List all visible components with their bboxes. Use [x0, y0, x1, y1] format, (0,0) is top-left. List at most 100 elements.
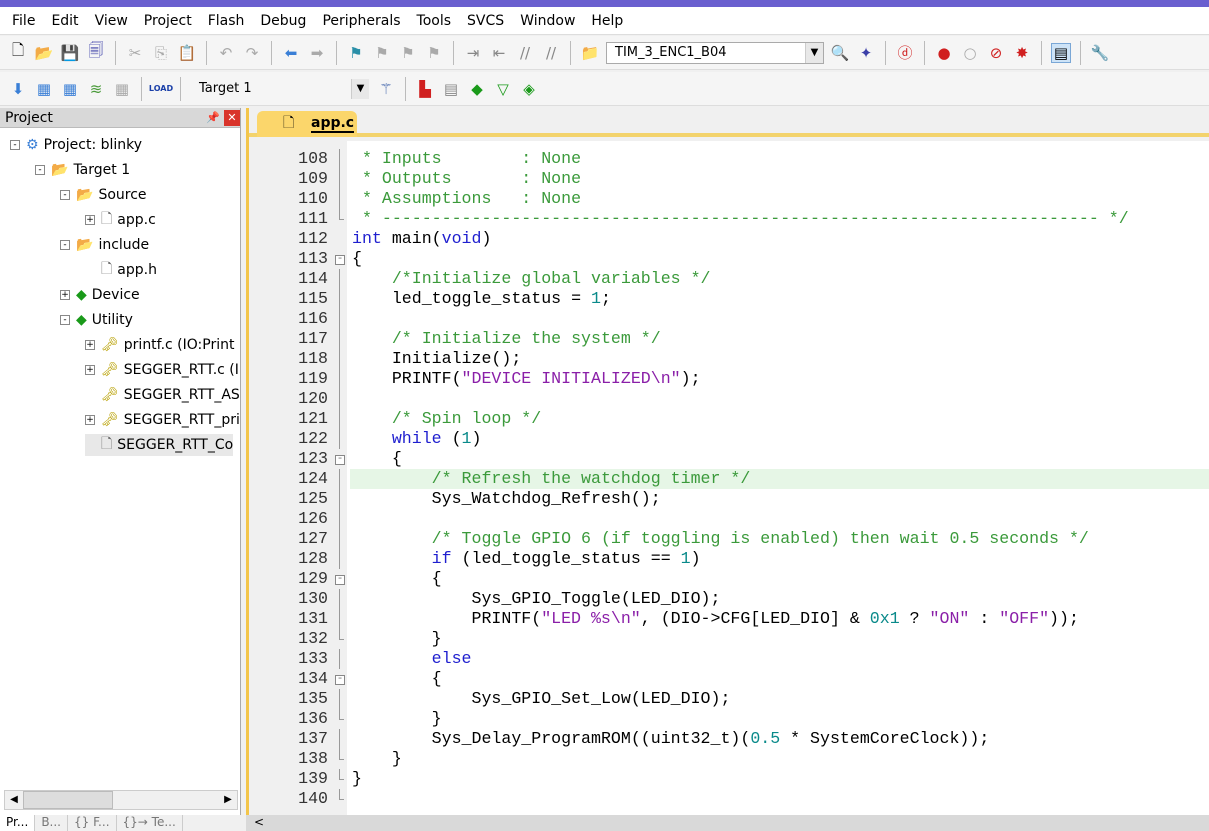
menu-flash[interactable]: Flash	[200, 13, 253, 29]
tree-item[interactable]: - ◆ Utility	[60, 309, 133, 331]
find-icon[interactable]: 🔍	[830, 43, 850, 63]
select-software-packs-icon[interactable]: ▽	[493, 79, 513, 99]
stop-build-icon[interactable]: ▦	[112, 79, 132, 99]
code-line[interactable]: 109 * Outputs : None	[252, 169, 1209, 189]
save-icon[interactable]: 💾	[60, 43, 80, 63]
kill-breakpoints-icon[interactable]: ⊘	[986, 43, 1006, 63]
expand-icon[interactable]	[85, 390, 95, 400]
fold-icon[interactable]: -	[335, 569, 345, 589]
code-line[interactable]: 133 else else	[252, 649, 1209, 669]
project-horizontal-scrollbar[interactable]: ◀ ▶	[4, 790, 238, 810]
code-line[interactable]: 130 Sys_GPIO_Toggle(LED_DIO);	[252, 589, 1209, 609]
open-folder-icon[interactable]: 📂	[34, 43, 54, 63]
code-line[interactable]: 112 int main(void) int void	[252, 229, 1209, 249]
breakpoint-icon[interactable]: ●	[934, 43, 954, 63]
bookmark-icon[interactable]: ⚑	[346, 43, 366, 63]
find-in-files-icon[interactable]: 📁	[580, 43, 600, 63]
expand-icon[interactable]: +	[85, 215, 95, 225]
code-line[interactable]: 119 PRINTF("DEVICE INITIALIZED\n"); "DEVI…	[252, 369, 1209, 389]
load-icon[interactable]: LOAD	[149, 79, 173, 99]
menu-project[interactable]: Project	[136, 13, 200, 29]
collapse-icon[interactable]: -	[60, 190, 70, 200]
tree-item[interactable]: - ⚙ Project: blinky	[10, 134, 142, 156]
indent-icon[interactable]: ⇥	[463, 43, 483, 63]
code-line[interactable]: 120	[252, 389, 1209, 409]
code-line[interactable]: 132 }	[252, 629, 1209, 649]
pack-installer-icon[interactable]: ◈	[519, 79, 539, 99]
pin-icon[interactable]: 📌	[206, 111, 220, 124]
tree-item[interactable]: + 🗝 SEGGER_RTT_pri	[85, 409, 240, 431]
panel-tab[interactable]: Pr...	[0, 815, 36, 831]
disable-breakpoint-icon[interactable]: ○	[960, 43, 980, 63]
panel-tab[interactable]: B...	[35, 815, 68, 831]
menu-debug[interactable]: Debug	[252, 13, 314, 29]
manage-multi-project-icon[interactable]: ▤	[441, 79, 461, 99]
tree-item[interactable]: - 📂 Target 1	[35, 159, 130, 181]
fold-icon[interactable]: -	[335, 669, 345, 689]
panel-tab[interactable]: {}→ Te...	[117, 815, 183, 831]
manage-project-items-icon[interactable]: ▙	[415, 79, 435, 99]
window-layout-icon[interactable]: ▤	[1051, 42, 1071, 63]
panel-tab[interactable]: {} F...	[68, 815, 117, 831]
fold-icon[interactable]: -	[335, 249, 345, 269]
rebuild-icon[interactable]: ▦	[60, 79, 80, 99]
debug-session-icon[interactable]: ⓓ	[895, 43, 915, 63]
disable-all-breakpoints-icon[interactable]: ✸	[1012, 43, 1032, 63]
code-line[interactable]: 126	[252, 509, 1209, 529]
code-line[interactable]: 122 while (1) while 1	[252, 429, 1209, 449]
code-line[interactable]: 113-{	[252, 249, 1209, 269]
menu-peripherals[interactable]: Peripherals	[314, 13, 408, 29]
code-line[interactable]: 137 Sys_Delay_ProgramROM((uint32_t)(0.5 …	[252, 729, 1209, 749]
incremental-find-icon[interactable]: ✦	[856, 43, 876, 63]
tree-item[interactable]: + 🗝 SEGGER_RTT.c (I	[85, 359, 239, 381]
cut-icon[interactable]: ✂	[125, 43, 145, 63]
collapse-icon[interactable]: -	[10, 140, 20, 150]
menu-view[interactable]: View	[87, 13, 136, 29]
collapse-icon[interactable]: -	[60, 240, 70, 250]
code-line[interactable]: 125 Sys_Watchdog_Refresh();	[252, 489, 1209, 509]
unindent-icon[interactable]: ⇤	[489, 43, 509, 63]
expand-icon[interactable]: +	[60, 290, 70, 300]
code-line[interactable]: 115 led_toggle_status = 1; 1	[252, 289, 1209, 309]
editor-horizontal-scrollbar[interactable]: <	[246, 815, 1209, 831]
redo-icon[interactable]: ↷	[242, 43, 262, 63]
code-line[interactable]: 110 * Assumptions : None	[252, 189, 1209, 209]
code-line[interactable]: 128 if (led_toggle_status == 1) if 1	[252, 549, 1209, 569]
save-all-icon[interactable]: 🗐	[86, 41, 106, 63]
code-line[interactable]: 127 /* Toggle GPIO 6 (if toggling is ena…	[252, 529, 1209, 549]
translate-icon[interactable]: ⬇	[8, 79, 28, 99]
target-options-wand-icon[interactable]: ⚚	[376, 79, 396, 99]
close-icon[interactable]: ✕	[224, 109, 240, 126]
paste-icon[interactable]: 📋	[177, 43, 197, 63]
code-line[interactable]: 138 }	[252, 749, 1209, 769]
scroll-right-icon[interactable]: ▶	[219, 791, 237, 809]
code-line[interactable]: 140	[252, 789, 1209, 809]
tree-item[interactable]: - 📂 include	[60, 234, 149, 256]
code-line[interactable]: 123- {	[252, 449, 1209, 469]
scroll-thumb[interactable]	[23, 791, 113, 809]
code-line[interactable]: 117 /* Initialize the system */	[252, 329, 1209, 349]
collapse-icon[interactable]: -	[35, 165, 45, 175]
settings-wrench-icon[interactable]: 🔧	[1090, 43, 1110, 63]
build-icon[interactable]: ▦	[34, 79, 54, 99]
fold-icon[interactable]: -	[335, 449, 345, 469]
tree-item[interactable]: 🗝 SEGGER_RTT_AS	[85, 384, 240, 406]
collapse-icon[interactable]: -	[60, 315, 70, 325]
navigate-forward-icon[interactable]: ➡	[307, 43, 327, 63]
code-line[interactable]: 131 PRINTF("LED %s\n", (DIO->CFG[LED_DIO…	[252, 609, 1209, 629]
tab-app-c[interactable]: 🗋 app.c	[257, 111, 357, 137]
tree-item[interactable]: + 🗋 app.c	[85, 209, 156, 231]
expand-icon[interactable]	[85, 440, 95, 450]
tree-item[interactable]: - 📂 Source	[60, 184, 147, 206]
scroll-left-icon[interactable]: ◀	[5, 791, 23, 809]
code-line[interactable]: 121 /* Spin loop */	[252, 409, 1209, 429]
expand-icon[interactable]: +	[85, 340, 95, 350]
batch-build-icon[interactable]: ≋	[86, 79, 106, 99]
menu-help[interactable]: Help	[583, 13, 631, 29]
code-line[interactable]: 136 }	[252, 709, 1209, 729]
tree-item[interactable]: + 🗝 printf.c (IO:Print	[85, 334, 234, 356]
expand-icon[interactable]	[85, 265, 95, 275]
code-line[interactable]: 116	[252, 309, 1209, 329]
code-line[interactable]: 135 Sys_GPIO_Set_Low(LED_DIO);	[252, 689, 1209, 709]
copy-icon[interactable]: ⎘	[151, 43, 171, 63]
